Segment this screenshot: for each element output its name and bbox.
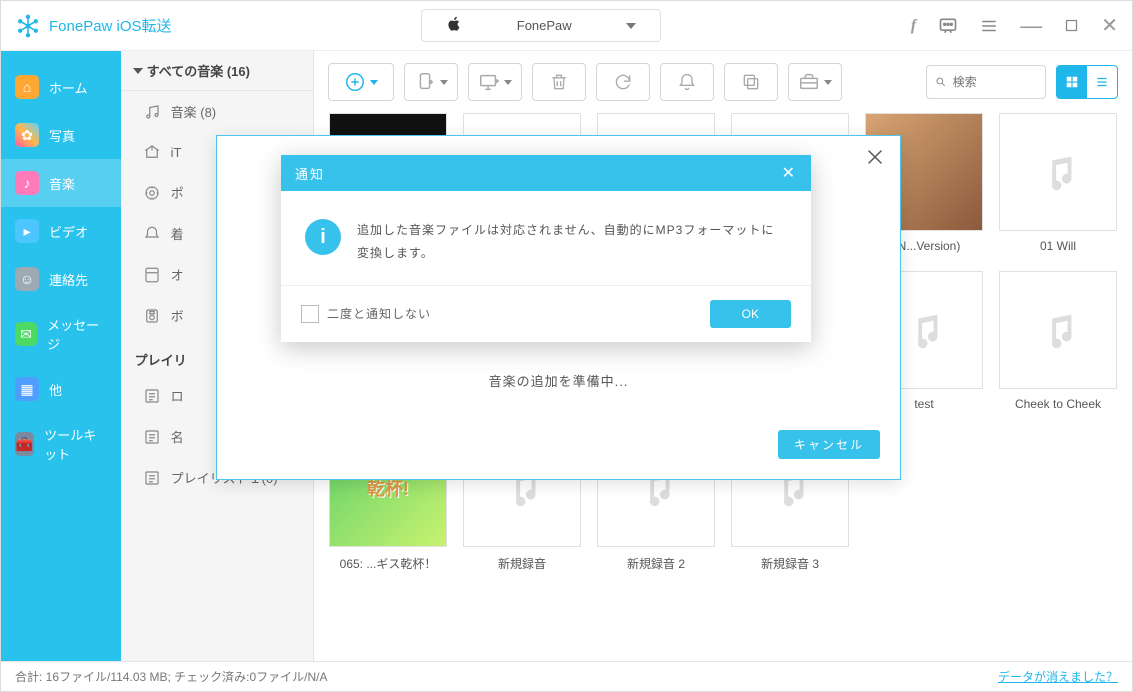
sidebar-item-label: 名 bbox=[171, 427, 184, 446]
status-bar: 合計: 16ファイル/114.03 MB; チェック済み:0ファイル/N/A デ… bbox=[1, 661, 1132, 691]
overlay-text: 音楽の追加を準備中... bbox=[489, 374, 629, 389]
music-title: 新規録音 bbox=[462, 555, 582, 572]
view-toggle bbox=[1056, 65, 1118, 99]
nav-label: 他 bbox=[49, 380, 62, 399]
info-icon: i bbox=[305, 219, 341, 255]
overlay-close-button[interactable] bbox=[864, 146, 888, 170]
list-view-button[interactable] bbox=[1087, 66, 1117, 98]
ringtone-button[interactable] bbox=[660, 63, 714, 101]
nav-toolkit[interactable]: 🧰 ツールキット bbox=[1, 413, 121, 475]
nav-label: 音楽 bbox=[49, 174, 75, 193]
facebook-icon[interactable]: f bbox=[911, 17, 916, 35]
dialog-message: 追加した音楽ファイルは対応されません、自動的にMP3フォーマットに変換します。 bbox=[357, 219, 787, 265]
message-icon: ✉ bbox=[15, 322, 37, 346]
sidebar-item-label: iT bbox=[171, 145, 182, 160]
dont-show-again-checkbox[interactable]: 二度と通知しない bbox=[301, 305, 431, 323]
device-selector[interactable]: FonePaw bbox=[421, 9, 661, 42]
feedback-icon[interactable] bbox=[938, 16, 958, 36]
music-title: 01 Will bbox=[998, 239, 1118, 253]
dialog-ok-button[interactable]: OK bbox=[710, 300, 791, 328]
nav-label: ビデオ bbox=[49, 222, 88, 241]
video-icon: ▸ bbox=[15, 219, 39, 243]
music-title: 新規録音 3 bbox=[730, 555, 850, 572]
titlebar-controls: f — ✕ bbox=[911, 13, 1118, 39]
nav-home[interactable]: ⌂ ホーム bbox=[1, 63, 121, 111]
nav-messages[interactable]: ✉ メッセージ bbox=[1, 303, 121, 365]
titlebar: FonePaw iOS転送 FonePaw f — ✕ bbox=[1, 1, 1132, 51]
delete-button[interactable] bbox=[532, 63, 586, 101]
home-icon: ⌂ bbox=[15, 75, 39, 99]
maximize-icon[interactable] bbox=[1064, 18, 1079, 33]
dedupe-button[interactable] bbox=[724, 63, 778, 101]
minimize-icon[interactable]: — bbox=[1020, 13, 1042, 39]
toolbar bbox=[314, 51, 1132, 113]
close-icon[interactable]: ✕ bbox=[1101, 13, 1118, 38]
dialog-title: 通知 bbox=[295, 164, 325, 183]
music-card[interactable]: 01 Will bbox=[998, 113, 1118, 253]
checkbox-label: 二度と通知しない bbox=[327, 305, 431, 322]
nav-label: 写真 bbox=[49, 126, 75, 145]
music-card[interactable]: Cheek to Cheek bbox=[998, 271, 1118, 411]
music-title: 065: ...ギス乾杯！ bbox=[328, 555, 448, 572]
notify-dialog: 通知 ✕ i 追加した音楽ファイルは対応されません、自動的にMP3フォーマットに… bbox=[281, 155, 811, 342]
chevron-down-icon bbox=[440, 80, 448, 85]
dialog-close-button[interactable]: ✕ bbox=[782, 163, 797, 183]
apps-icon: ▦ bbox=[15, 377, 39, 401]
photo-icon: ✿ bbox=[15, 123, 39, 147]
chevron-down-icon bbox=[824, 80, 832, 85]
refresh-button[interactable] bbox=[596, 63, 650, 101]
music-thumb bbox=[999, 271, 1117, 389]
expand-icon bbox=[133, 68, 143, 74]
menu-icon[interactable] bbox=[980, 17, 998, 35]
sidebar-item-label: 着 bbox=[171, 224, 184, 243]
add-button[interactable] bbox=[328, 63, 394, 101]
nav-rail: ⌂ホーム ✿写真 ♪音楽 ▸ビデオ ☺連絡先 ✉メッセージ ▦他 🧰ツールキット bbox=[1, 51, 121, 661]
music-icon: ♪ bbox=[15, 171, 39, 195]
status-text: 合計: 16ファイル/114.03 MB; チェック済み:0ファイル/N/A bbox=[15, 668, 328, 685]
nav-label: メッセージ bbox=[47, 315, 107, 353]
nav-contacts[interactable]: ☺ 連絡先 bbox=[1, 255, 121, 303]
dialog-header: 通知 ✕ bbox=[281, 155, 811, 191]
music-thumb bbox=[999, 113, 1117, 231]
search-box[interactable] bbox=[926, 65, 1046, 99]
app-logo-icon bbox=[15, 13, 41, 39]
toolkit-icon: 🧰 bbox=[15, 432, 34, 456]
music-title: Cheek to Cheek bbox=[998, 397, 1118, 411]
toolbox-button[interactable] bbox=[788, 63, 842, 101]
sidebar-item-label: 音楽 (8) bbox=[171, 102, 217, 121]
sidebar-item-label: ロ bbox=[171, 386, 184, 405]
device-name: FonePaw bbox=[517, 18, 572, 33]
music-title: 新規録音 2 bbox=[596, 555, 716, 572]
sidebar-item-label: ボ bbox=[171, 306, 184, 325]
nav-music[interactable]: ♪ 音楽 bbox=[1, 159, 121, 207]
status-link[interactable]: データが消えました？ bbox=[998, 668, 1118, 685]
export-to-device-button[interactable] bbox=[404, 63, 458, 101]
search-input[interactable] bbox=[953, 75, 1037, 89]
chevron-down-icon bbox=[626, 23, 636, 29]
overlay-cancel-button[interactable]: キャンセル bbox=[778, 430, 880, 459]
search-icon bbox=[935, 75, 947, 89]
checkbox-box bbox=[301, 305, 319, 323]
sidebar-header[interactable]: すべての音楽 (16) bbox=[121, 51, 313, 91]
nav-label: ホーム bbox=[49, 78, 88, 97]
app-title: FonePaw iOS転送 bbox=[49, 15, 172, 36]
nav-other[interactable]: ▦他 bbox=[1, 365, 121, 413]
chevron-down-icon bbox=[504, 80, 512, 85]
export-to-pc-button[interactable] bbox=[468, 63, 522, 101]
chevron-down-icon bbox=[370, 80, 378, 85]
sidebar-item-label: オ bbox=[171, 265, 184, 284]
nav-label: 連絡先 bbox=[49, 270, 88, 289]
nav-photo[interactable]: ✿ 写真 bbox=[1, 111, 121, 159]
sidebar-item[interactable]: 音楽 (8) bbox=[121, 91, 313, 132]
nav-label: ツールキット bbox=[44, 425, 106, 463]
apple-icon bbox=[446, 16, 462, 35]
sidebar-item-label: ポ bbox=[171, 183, 184, 202]
sidebar-header-text: すべての音楽 (16) bbox=[147, 64, 250, 79]
grid-view-button[interactable] bbox=[1057, 66, 1087, 98]
contacts-icon: ☺ bbox=[15, 267, 39, 291]
nav-video[interactable]: ▸ ビデオ bbox=[1, 207, 121, 255]
